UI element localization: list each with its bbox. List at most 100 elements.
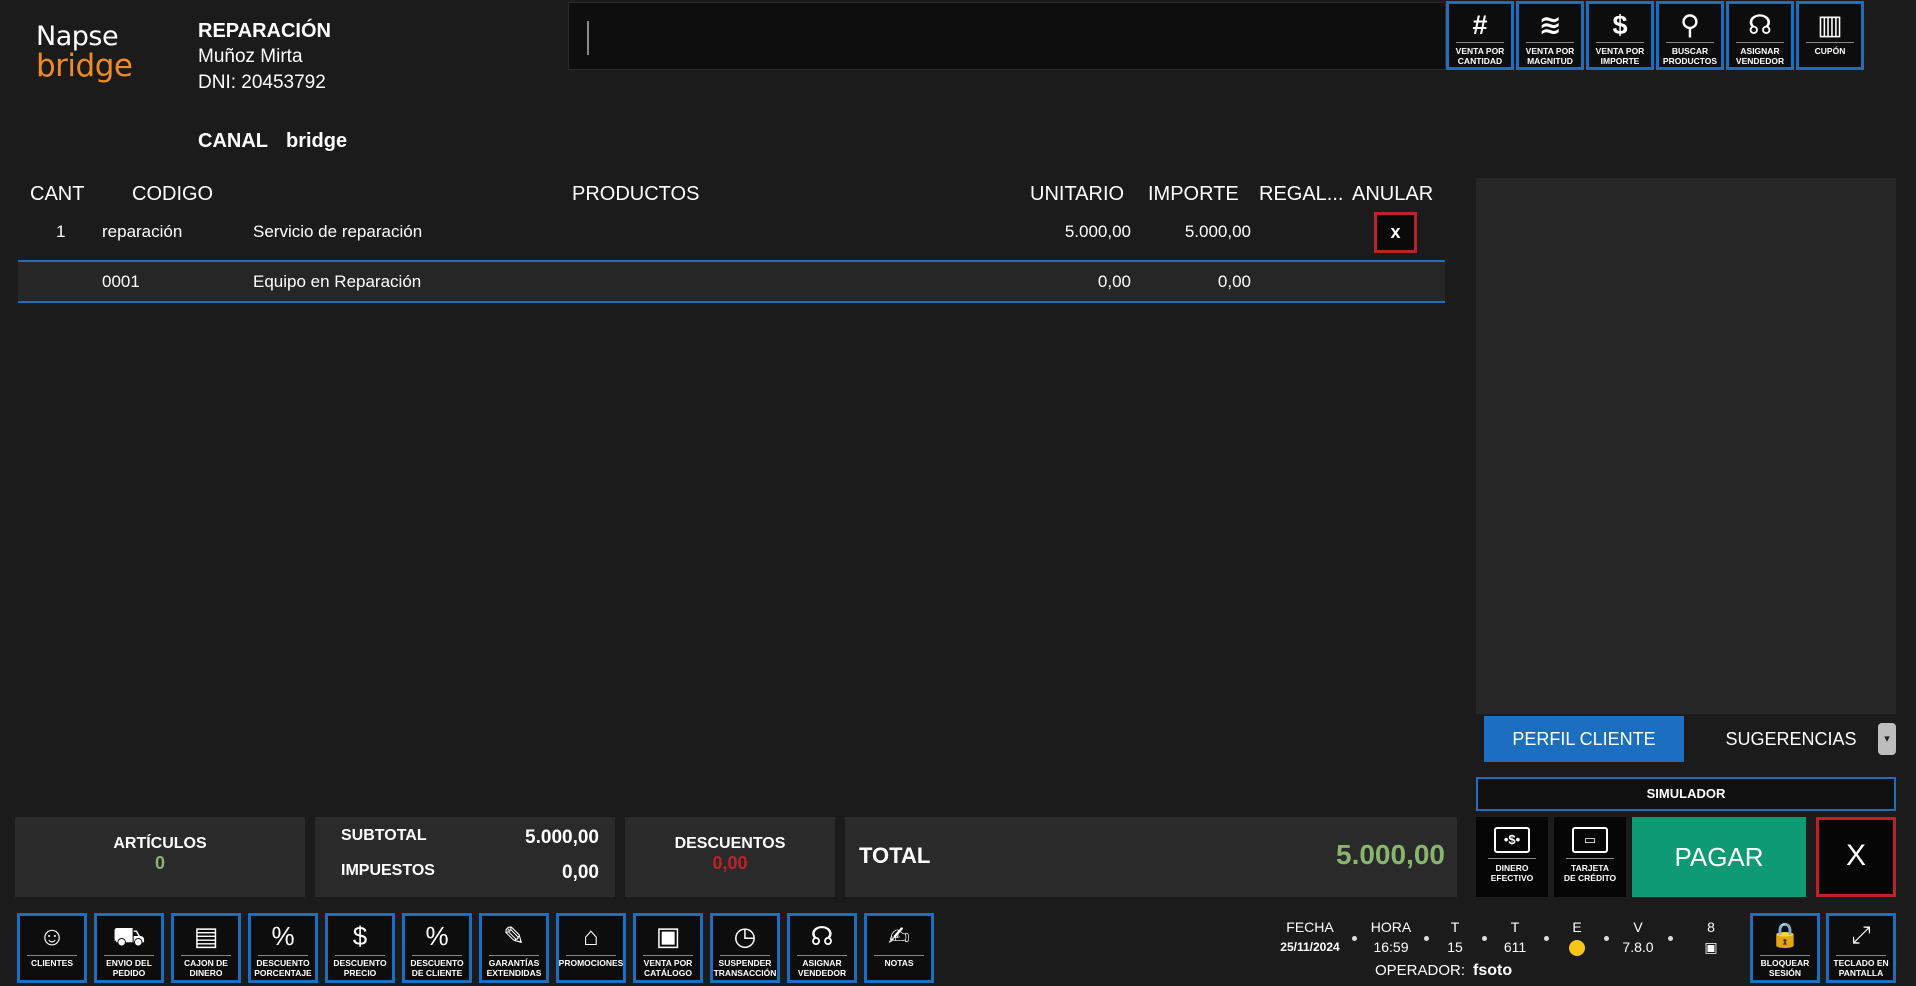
buscar-productos-button[interactable]: ⚲ BUSCAR PRODUCTOS	[1656, 1, 1724, 70]
button-label: CAJON DE DINERO	[184, 958, 228, 978]
headset-icon: ☊	[1748, 10, 1772, 40]
tag-icon: ⌂	[583, 921, 599, 951]
button-label: BUSCAR PRODUCTOS	[1662, 46, 1718, 66]
button-label: VENTA POR IMPORTE	[1595, 46, 1645, 66]
subtotal-label: SUBTOTAL	[341, 827, 427, 844]
asignar-vendedor-bottom-button[interactable]: ☊ ASIGNAR VENDEDOR	[787, 913, 857, 983]
garantias-extendidas-button[interactable]: ✎ GARANTÍAS EXTENDIDAS	[479, 913, 549, 983]
total-value: 5.000,00	[1336, 839, 1445, 870]
bottom-toolbar: ☺ CLIENTES ⛟ ENVIO DEL PEDIDO ▤ CAJON DE…	[17, 913, 941, 983]
text-caret	[587, 21, 589, 55]
cancel-button[interactable]: X	[1816, 817, 1896, 897]
button-label: BLOQUEAR SESIÓN	[1760, 958, 1810, 978]
panel-tabs: PERFIL CLIENTE SUGERENCIAS ▾	[1476, 714, 1896, 766]
total-box: TOTAL 5.000,00	[845, 817, 1457, 897]
fecha-value: 25/11/2024	[1280, 940, 1340, 954]
bloquear-sesion-button[interactable]: 🔒 BLOQUEAR SESIÓN	[1750, 913, 1820, 983]
asignar-vendedor-button[interactable]: ☊ ASIGNAR VENDEDOR	[1726, 1, 1794, 70]
header-regalo: REGAL...	[1259, 183, 1344, 205]
cell-importe: 0,00	[1217, 272, 1251, 291]
operador-value: fsoto	[1473, 962, 1513, 979]
dinero-efectivo-button[interactable]: •$• DINERO EFECTIVO	[1476, 817, 1548, 897]
note-edit-icon: ✍	[888, 921, 910, 951]
hora-value: 16:59	[1373, 939, 1409, 955]
descuento-cliente-button[interactable]: % DESCUENTO DE CLIENTE	[402, 913, 472, 983]
venta-por-cantidad-button[interactable]: # VENTA POR CANTIDAD	[1446, 1, 1514, 70]
search-icon: ⚲	[1680, 10, 1700, 40]
notas-button[interactable]: ✍ NOTAS	[864, 913, 934, 983]
customer-name: Muñoz Mirta	[198, 46, 303, 67]
envio-pedido-button[interactable]: ⛟ ENVIO DEL PEDIDO	[94, 913, 164, 983]
user-icon: ☺	[38, 921, 66, 951]
pagar-button[interactable]: PAGAR	[1632, 817, 1806, 897]
cell-producto: Equipo en Reparación	[253, 272, 422, 291]
subtotal-value: 5.000,00	[525, 827, 599, 848]
table-row[interactable]: 0001 Equipo en Reparación 0,00 0,00	[18, 260, 1445, 303]
button-label: VENTA POR MAGNITUD	[1525, 46, 1575, 66]
descuento-precio-button[interactable]: $ DESCUENTO PRECIO	[325, 913, 395, 983]
cell-producto: Servicio de reparación	[253, 222, 423, 241]
articulos-label: ARTÍCULOS	[113, 835, 207, 852]
button-label: ENVIO DEL PEDIDO	[106, 958, 152, 978]
t1-label: T	[1450, 919, 1460, 935]
cell-unitario: 5.000,00	[1064, 222, 1131, 241]
button-label: TARJETA DE CRÉDITO	[1563, 863, 1617, 883]
headset-icon: ☊	[810, 921, 834, 951]
header-productos: PRODUCTOS	[572, 183, 700, 205]
venta-por-importe-button[interactable]: $ VENTA POR IMPORTE	[1586, 1, 1654, 70]
cajon-dinero-button[interactable]: ▤ CAJON DE DINERO	[171, 913, 241, 983]
venta-catalogo-button[interactable]: ▣ VENTA POR CATÁLOGO	[633, 913, 703, 983]
v-label: V	[1633, 919, 1643, 935]
operador-info: OPERADOR: fsoto	[1375, 962, 1512, 980]
table-row[interactable]: 1 reparación Servicio de reparación 5.00…	[18, 212, 1445, 256]
scan-input[interactable]	[568, 2, 1446, 70]
cash-icon: •$•	[1494, 827, 1530, 853]
customer-dni: DNI: 20453792	[198, 72, 326, 93]
status-hora: HORA 16:59	[1366, 918, 1416, 958]
button-label: DINERO EFECTIVO	[1490, 863, 1534, 883]
barcode-icon: ▥	[1817, 10, 1843, 40]
e-label: E	[1572, 919, 1582, 935]
cupon-button[interactable]: ▥ CUPÓN	[1796, 1, 1864, 70]
status-t2: T 611	[1498, 918, 1532, 958]
dollar-icon: $	[1612, 10, 1628, 40]
descuento-porcentaje-button[interactable]: % DESCUENTO PORCENTAJE	[248, 913, 318, 983]
clientes-button[interactable]: ☺ CLIENTES	[17, 913, 87, 983]
transaction-type: REPARACIÓN	[198, 20, 331, 42]
cell-cant: 1	[56, 222, 66, 241]
layers-icon: ≋	[1538, 10, 1562, 40]
button-label: NOTAS	[884, 958, 914, 968]
teclado-pantalla-button[interactable]: ⤢ TECLADO EN PANTALLA	[1826, 913, 1896, 983]
right-bottom-toolbar: 🔒 BLOQUEAR SESIÓN ⤢ TECLADO EN PANTALLA	[1750, 913, 1902, 983]
napse-bridge-logo: Napse bridge	[36, 22, 146, 92]
canal-value: bridge	[286, 130, 348, 152]
button-label: ASIGNAR VENDEDOR	[797, 958, 847, 978]
tab-sugerencias[interactable]: SUGERENCIAS	[1716, 716, 1866, 762]
cell-codigo: reparación	[102, 222, 183, 241]
anular-button[interactable]: x	[1374, 212, 1417, 253]
canal-info: CANAL bridge	[198, 130, 365, 153]
percent-icon: %	[271, 921, 295, 951]
promociones-button[interactable]: ⌂ PROMOCIONES	[556, 913, 626, 983]
button-label: VENTA POR CANTIDAD	[1455, 46, 1505, 66]
button-label: CLIENTES	[30, 958, 74, 968]
chevron-down-icon[interactable]: ▾	[1878, 723, 1896, 755]
suspender-transaccion-button[interactable]: ◷ SUSPENDER TRANSACCIÓN	[710, 913, 780, 983]
hora-label: HORA	[1370, 919, 1412, 935]
articulos-box: ARTÍCULOS 0	[15, 817, 305, 897]
drawer-icon: ▤	[193, 921, 219, 951]
customer-profile-panel	[1476, 178, 1896, 714]
impuestos-label: IMPUESTOS	[341, 862, 435, 879]
status-e: E	[1562, 918, 1592, 958]
header-importe: IMPORTE	[1148, 183, 1239, 205]
simulador-button[interactable]: SIMULADOR	[1476, 777, 1896, 811]
venta-por-magnitud-button[interactable]: ≋ VENTA POR MAGNITUD	[1516, 1, 1584, 70]
header-codigo: CODIGO	[132, 183, 214, 205]
cell-codigo: 0001	[102, 272, 140, 291]
lock-icon: 🔒	[1770, 922, 1800, 949]
status-v: V 7.8.0	[1616, 918, 1660, 958]
button-label: DESCUENTO PORCENTAJE	[254, 958, 312, 978]
tab-perfil-cliente[interactable]: PERFIL CLIENTE	[1484, 716, 1684, 762]
tarjeta-credito-button[interactable]: ▭ TARJETA DE CRÉDITO	[1554, 817, 1626, 897]
status-fecha: FECHA 25/11/2024	[1278, 918, 1342, 958]
